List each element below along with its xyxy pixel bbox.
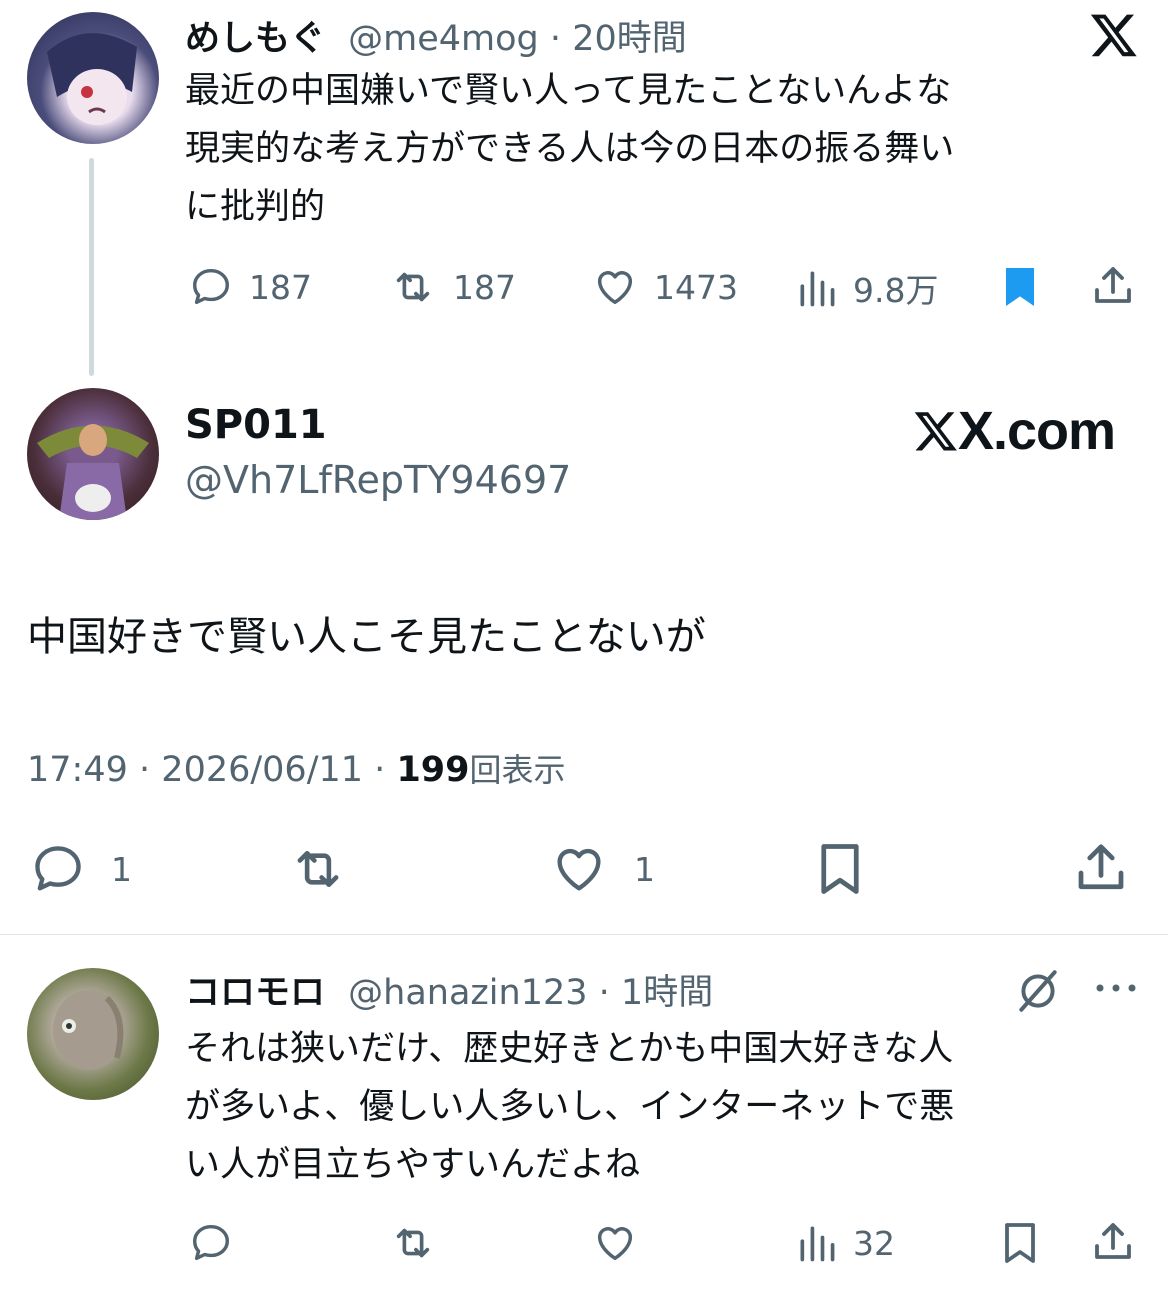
grok-icon[interactable] xyxy=(1012,966,1064,1016)
x-com-brand: X.com xyxy=(912,400,1116,462)
tweet1-views-count: 9.8万 xyxy=(853,271,939,310)
tweet1-bookmark-button[interactable] xyxy=(996,262,1044,312)
tweet2-reply-button[interactable]: 1 xyxy=(27,840,132,898)
share-icon xyxy=(1095,267,1131,303)
repost-icon xyxy=(396,272,430,302)
reply-icon xyxy=(192,268,230,305)
thread-line xyxy=(89,158,94,376)
like-icon xyxy=(597,1227,633,1261)
tweet1-like-count: 1473 xyxy=(654,267,738,307)
tweet2-date[interactable]: 2026/06/11 xyxy=(161,750,363,790)
x-logo-icon xyxy=(914,412,957,451)
tweet2-share-button[interactable] xyxy=(1070,838,1132,898)
tweet1-display-name[interactable]: めしもぐ xyxy=(185,19,325,59)
tweet2-like-button[interactable]: 1 xyxy=(546,840,655,898)
tweet1-time[interactable]: 20時間 xyxy=(572,19,687,59)
tweet1-text-line: に批判的 xyxy=(185,187,326,227)
views-icon xyxy=(800,1226,835,1262)
tweet3-text-line: い人が目立ちやすいんだよね xyxy=(185,1145,641,1185)
tweet3-share-button[interactable] xyxy=(1088,1218,1138,1266)
tweet2-like-count: 1 xyxy=(634,849,655,889)
meta-separator: · xyxy=(139,750,151,790)
bookmark-icon xyxy=(1005,1223,1035,1263)
tweet2-views-label: 回表示 xyxy=(469,751,566,789)
tweet3-views-button[interactable]: 32 xyxy=(795,1220,895,1266)
tweet2-text: 中国好きで賢い人こそ見たことないが xyxy=(27,614,706,660)
avatar-tweet2[interactable] xyxy=(27,388,159,520)
tweet3-separator: · xyxy=(598,973,610,1013)
x-logo-icon[interactable] xyxy=(1088,10,1140,60)
tweet1-text: 最近の中国嫌いで賢い人って見たことないんよな 現実的な考え方ができる人は今の日本… xyxy=(185,62,954,236)
tweet3-repost-button[interactable] xyxy=(387,1220,439,1266)
tweet1-views-button[interactable]: 9.8万 xyxy=(795,264,938,312)
tweet3-bookmark-button[interactable] xyxy=(996,1218,1044,1268)
tweet1-text-line: 現実的な考え方ができる人は今の日本の振る舞い xyxy=(185,129,955,169)
tweet1-handle[interactable]: @me4mog xyxy=(348,19,539,59)
share-icon xyxy=(1078,844,1124,890)
divider xyxy=(0,934,1168,935)
share-icon xyxy=(1095,1223,1131,1259)
tweet3-time[interactable]: 1時間 xyxy=(621,973,713,1013)
tweet2-reply-count: 1 xyxy=(111,849,132,889)
avatar-tweet3[interactable] xyxy=(27,968,159,1100)
tweet2-bookmark-button[interactable] xyxy=(810,838,870,900)
tweet3-views-count: 32 xyxy=(853,1223,895,1263)
like-icon xyxy=(597,271,633,305)
tweet3-handle[interactable]: @hanazin123 xyxy=(348,973,587,1013)
tweet1-share-button[interactable] xyxy=(1088,262,1138,310)
bookmark-icon xyxy=(821,844,859,894)
more-icon[interactable] xyxy=(1094,978,1138,998)
tweet3-text: それは狭いだけ、歴史好きとかも中国大好きな人 が多いよ、優しい人多いし、インター… xyxy=(185,1020,954,1194)
tweet2-handle[interactable]: @Vh7LfRepTY94697 xyxy=(185,458,571,502)
tweet1-like-button[interactable]: 1473 xyxy=(590,264,738,310)
avatar-tweet1[interactable] xyxy=(27,12,159,144)
tweet1-repost-count: 187 xyxy=(453,267,516,307)
reply-icon xyxy=(192,1224,230,1261)
tweet1-reply-count: 187 xyxy=(249,267,312,307)
tweet3-like-button[interactable] xyxy=(590,1220,640,1266)
repost-icon xyxy=(297,850,339,888)
brand-text: X.com xyxy=(958,401,1116,461)
tweet2-time[interactable]: 17:49 xyxy=(27,750,128,790)
reply-icon xyxy=(35,846,81,891)
tweet3-header: コロモロ @hanazin123 · 1時間 xyxy=(185,964,713,1015)
repost-icon xyxy=(396,1228,430,1258)
tweet3-display-name[interactable]: コロモロ xyxy=(185,973,325,1013)
tweet2-display-name[interactable]: SP011 xyxy=(185,402,327,448)
tweet1-repost-button[interactable]: 187 xyxy=(387,264,516,310)
like-icon xyxy=(557,848,601,891)
tweet2-meta: 17:49 · 2026/06/11 · 199回表示 xyxy=(27,745,566,791)
tweet2-views-count: 199 xyxy=(396,750,470,790)
views-icon xyxy=(800,271,835,307)
tweet1-text-line: 最近の中国嫌いで賢い人って見たことないんよな xyxy=(185,71,952,111)
tweet1-header: めしもぐ @me4mog · 20時間 xyxy=(185,10,687,61)
meta-separator: · xyxy=(374,750,386,790)
tweet3-text-line: それは狭いだけ、歴史好きとかも中国大好きな人 xyxy=(185,1029,954,1069)
tweet2-repost-button[interactable] xyxy=(283,840,353,898)
tweet3-text-line: が多いよ、優しい人多いし、インターネットで悪 xyxy=(185,1087,955,1127)
tweet1-reply-button[interactable]: 187 xyxy=(187,264,312,310)
tweet1-separator: · xyxy=(549,19,562,59)
tweet3-reply-button[interactable] xyxy=(187,1220,235,1266)
bookmark-icon xyxy=(1006,268,1034,306)
